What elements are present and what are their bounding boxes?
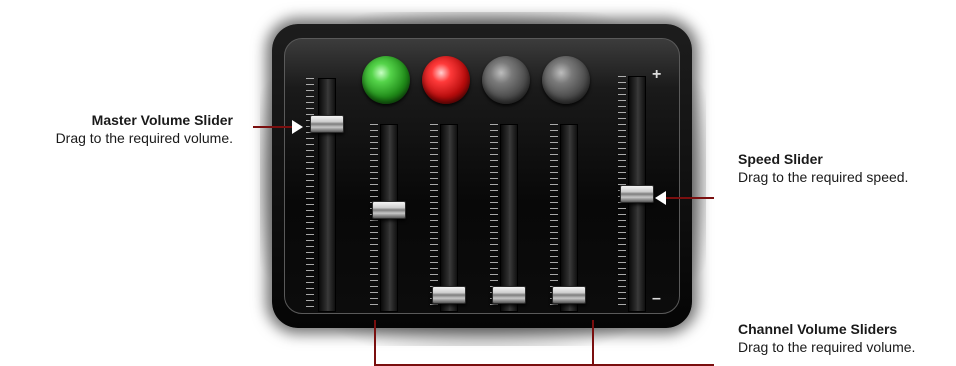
- channel-2-volume-slider[interactable]: [432, 286, 466, 304]
- master-volume-callout: Master Volume Slider Drag to the require…: [10, 111, 233, 147]
- indicator-light-off-1: [482, 56, 530, 104]
- channel-3-volume-slider[interactable]: [492, 286, 526, 304]
- master-volume-track[interactable]: [318, 78, 336, 312]
- master-volume-callout-title: Master Volume Slider: [91, 112, 233, 128]
- master-volume-slider[interactable]: [310, 115, 344, 133]
- speed-callout-line: [664, 197, 714, 199]
- channel-2-track[interactable]: [440, 124, 458, 312]
- channel-volume-callout-desc: Drag to the required volume.: [738, 339, 916, 355]
- channel-3-track[interactable]: [500, 124, 518, 312]
- channel-volume-callout: Channel Volume Sliders Drag to the requi…: [738, 320, 915, 356]
- channel-1-volume-slider[interactable]: [372, 201, 406, 219]
- channel-4-track[interactable]: [560, 124, 578, 312]
- indicator-light-green: [362, 56, 410, 104]
- speed-callout-desc: Drag to the required speed.: [738, 169, 909, 185]
- indicator-light-off-2: [542, 56, 590, 104]
- speed-callout: Speed Slider Drag to the required speed.: [738, 150, 908, 186]
- speed-plus-sign: +: [652, 66, 662, 83]
- channel-4-volume-slider[interactable]: [552, 286, 586, 304]
- indicator-light-red: [422, 56, 470, 104]
- speed-arrow-icon: [655, 191, 666, 205]
- speed-minus-sign: –: [652, 290, 661, 307]
- channel-volume-callout-title: Channel Volume Sliders: [738, 321, 898, 337]
- speed-callout-title: Speed Slider: [738, 151, 823, 167]
- speed-slider[interactable]: [620, 185, 654, 203]
- channel-callout-line-left: [374, 320, 376, 366]
- master-volume-callout-desc: Drag to the required volume.: [55, 130, 233, 146]
- master-volume-arrow-icon: [292, 120, 303, 134]
- channel-callout-line-right: [592, 320, 594, 366]
